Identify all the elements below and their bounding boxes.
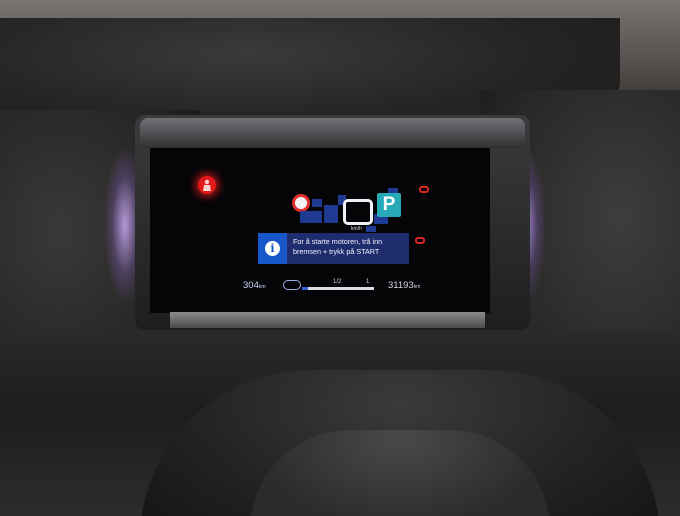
pixel-block [312, 199, 322, 207]
bezel-bottom-trim [170, 312, 485, 328]
fuel-gauge-bar [302, 287, 374, 290]
fuel-gauge-fill [302, 287, 308, 290]
pixel-block [366, 226, 376, 232]
message-line-2: bremsen + trykk på START [293, 247, 380, 256]
odometer-readout: 31193km [388, 280, 420, 291]
message-icon-area: i [258, 233, 287, 264]
start-instruction-message: i For å starte motoren, trå inn bremsen … [258, 233, 409, 264]
range-unit: km [258, 284, 266, 290]
gear-indicator: P [377, 193, 401, 217]
speed-unit: km/h [351, 226, 362, 232]
message-text: For å starte motoren, trå inn bremsen + … [293, 237, 407, 257]
car-interior-photo: km/h P i For å starte motoren, trå inn b… [0, 0, 680, 516]
message-body: For å starte motoren, trå inn bremsen + … [287, 233, 409, 264]
pixel-block [300, 211, 322, 223]
fuel-pump-icon [283, 280, 301, 290]
fuel-tick-full: 1 [366, 279, 370, 285]
fuel-tick-half: 1/2 [333, 279, 342, 285]
range-readout: 304km [243, 280, 266, 291]
speed-display-box [343, 199, 373, 225]
odometer-unit: km [413, 284, 421, 290]
message-line-1: For å starte motoren, trå inn [293, 237, 383, 246]
pixel-block [324, 205, 338, 223]
speed-limit-sign-icon [292, 194, 310, 212]
bezel-top-trim [140, 118, 525, 148]
seatbelt-warning-icon [198, 176, 216, 194]
info-icon: i [265, 241, 280, 256]
parking-brake-icon [415, 237, 425, 244]
odometer-value: 31193 [388, 280, 414, 291]
range-value: 304 [243, 280, 259, 291]
red-indicator-icon [419, 186, 429, 193]
